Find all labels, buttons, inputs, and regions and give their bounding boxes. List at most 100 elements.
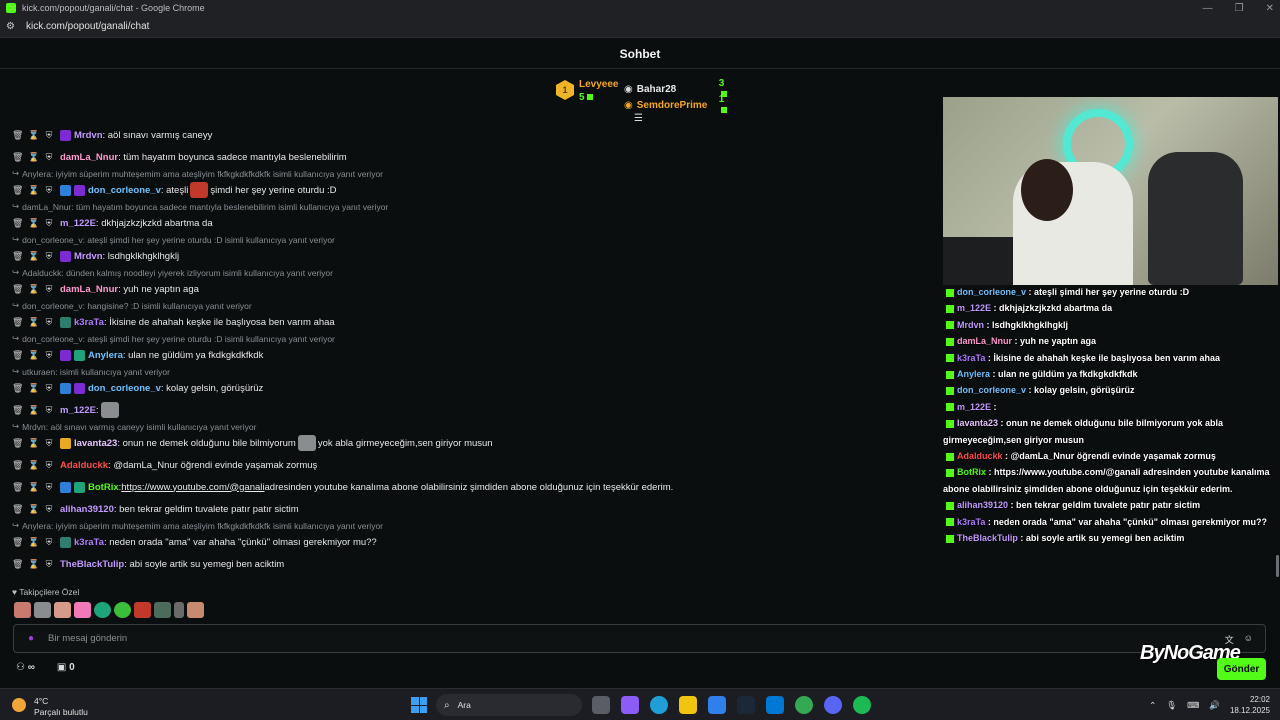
ban-icon[interactable]: ⛨	[44, 350, 54, 361]
ban-icon[interactable]: ⛨	[44, 152, 54, 163]
username[interactable]: m_122E	[60, 405, 96, 416]
timeout-icon[interactable]: ⌛	[28, 438, 39, 449]
emote-icon[interactable]	[34, 602, 51, 618]
leaderboard-first-name[interactable]: Levyeee	[579, 79, 618, 90]
chat-input[interactable]: ● Bir mesaj gönderin 文 ☺	[13, 624, 1266, 653]
delete-icon[interactable]: 🗑	[12, 185, 23, 196]
username[interactable]: alihan39120	[60, 504, 114, 515]
copilot-icon[interactable]	[621, 696, 639, 714]
username[interactable]: BotRix	[88, 482, 119, 493]
url-text[interactable]: kick.com/popout/ganali/chat	[26, 21, 149, 32]
timeout-icon[interactable]: ⌛	[28, 185, 39, 196]
delete-icon[interactable]: 🗑	[12, 482, 23, 493]
delete-icon[interactable]: 🗑	[12, 350, 23, 361]
ban-icon[interactable]: ⛨	[44, 218, 54, 229]
delete-icon[interactable]: 🗑	[12, 152, 23, 163]
restore-icon[interactable]: ❐	[1235, 3, 1244, 14]
microphone-icon[interactable]: ●	[28, 633, 38, 645]
chrome-icon[interactable]	[795, 696, 813, 714]
clock[interactable]: 22:02 18.12.2025	[1230, 694, 1270, 716]
ban-icon[interactable]: ⛨	[44, 504, 54, 515]
reply-context[interactable]: ↪ don_corleone_v: hangisine? :D isimli ku…	[12, 300, 932, 311]
timeout-icon[interactable]: ⌛	[28, 350, 39, 361]
delete-icon[interactable]: 🗑	[12, 460, 23, 471]
heart-emote-icon[interactable]	[74, 602, 91, 618]
reply-context[interactable]: ↪ don_corleone_v: ateşli şimdi her şey ye…	[12, 333, 932, 344]
ban-icon[interactable]: ⛨	[44, 438, 54, 449]
ban-icon[interactable]: ⛨	[44, 482, 54, 493]
reply-context[interactable]: ↪ Anylera: iyiyim süperim muhteşemim ama …	[12, 520, 932, 531]
delete-icon[interactable]: 🗑	[12, 383, 23, 394]
address-bar[interactable]: ⚙ kick.com/popout/ganali/chat	[0, 16, 1280, 38]
delete-icon[interactable]: 🗑	[12, 405, 23, 416]
timeout-icon[interactable]: ⌛	[28, 251, 39, 262]
timeout-icon[interactable]: ⌛	[28, 383, 39, 394]
chevron-up-icon[interactable]: ⌃	[1149, 700, 1156, 711]
ban-icon[interactable]: ⛨	[44, 383, 54, 394]
delete-icon[interactable]: 🗑	[12, 317, 23, 328]
username[interactable]: TheBlackTulip	[60, 559, 124, 570]
infinity-icon[interactable]: ⚇ ∞	[16, 662, 35, 673]
username[interactable]: Adalduckk	[60, 460, 108, 471]
reply-context[interactable]: ↪ utkuraen: isimli kullanıcıya yanıt veri…	[12, 366, 932, 377]
emote-icon[interactable]	[134, 602, 151, 618]
timeout-icon[interactable]: ⌛	[28, 504, 39, 515]
store-icon[interactable]	[708, 696, 726, 714]
reply-context[interactable]: ↪ Anylera: iyiyim süperim muhteşemim ama …	[12, 168, 932, 179]
username[interactable]: don_corleone_v	[88, 185, 161, 196]
username[interactable]: lavanta23	[74, 438, 117, 449]
delete-icon[interactable]: 🗑	[12, 559, 23, 570]
scrollbar[interactable]	[1276, 555, 1279, 577]
ban-icon[interactable]: ⛨	[44, 185, 54, 196]
start-button[interactable]	[411, 697, 427, 713]
delete-icon[interactable]: 🗑	[12, 537, 23, 548]
emote-icon[interactable]	[174, 602, 184, 618]
timeout-icon[interactable]: ⌛	[28, 284, 39, 295]
timeout-icon[interactable]: ⌛	[28, 317, 39, 328]
ban-icon[interactable]: ⛨	[44, 251, 54, 262]
discord-icon[interactable]	[824, 696, 842, 714]
expand-leaderboard-icon[interactable]: ☰	[634, 113, 643, 124]
username[interactable]: Mrdvn	[74, 130, 103, 141]
username[interactable]: Anylera	[88, 350, 123, 361]
username[interactable]: k3raTa	[74, 317, 104, 328]
volume-icon[interactable]: 🔊	[1209, 700, 1220, 711]
message-link[interactable]: https://www.youtube.com/@ganali	[121, 482, 264, 493]
timeout-icon[interactable]: ⌛	[28, 130, 39, 141]
emote-icon[interactable]	[154, 602, 171, 618]
ban-icon[interactable]: ⛨	[44, 405, 54, 416]
timeout-icon[interactable]: ⌛	[28, 152, 39, 163]
delete-icon[interactable]: 🗑	[12, 130, 23, 141]
emote-icon[interactable]	[54, 602, 71, 618]
edge-icon[interactable]	[650, 696, 668, 714]
username[interactable]: damLa_Nnur	[60, 284, 118, 295]
send-button[interactable]: Gönder	[1217, 658, 1266, 680]
emoji-icon[interactable]: ☺	[1244, 633, 1253, 646]
mic-tray-icon[interactable]: 🎙	[1166, 700, 1177, 711]
ban-icon[interactable]: ⛨	[44, 284, 54, 295]
file-explorer-icon[interactable]	[679, 696, 697, 714]
ban-icon[interactable]: ⛨	[44, 537, 54, 548]
timeout-icon[interactable]: ⌛	[28, 537, 39, 548]
username[interactable]: Mrdvn	[74, 251, 103, 262]
chat-input-placeholder[interactable]: Bir mesaj gönderin	[48, 633, 127, 644]
steam-icon[interactable]	[737, 696, 755, 714]
timeout-icon[interactable]: ⌛	[28, 405, 39, 416]
username[interactable]: don_corleone_v	[88, 383, 161, 394]
ban-icon[interactable]: ⛨	[44, 460, 54, 471]
network-icon[interactable]: ⌨	[1187, 700, 1199, 711]
timeout-icon[interactable]: ⌛	[28, 218, 39, 229]
ban-icon[interactable]: ⛨	[44, 317, 54, 328]
close-icon[interactable]: ✕	[1266, 3, 1274, 14]
delete-icon[interactable]: 🗑	[12, 218, 23, 229]
reply-context[interactable]: ↪ Adalduckk: dünden kalmış noodleyi yiyer…	[12, 267, 932, 278]
ban-icon[interactable]: ⛨	[44, 559, 54, 570]
timeout-icon[interactable]: ⌛	[28, 482, 39, 493]
timeout-icon[interactable]: ⌛	[28, 559, 39, 570]
reply-context[interactable]: ↪ don_corleone_v: ateşli şimdi her şey ye…	[12, 234, 932, 245]
username[interactable]: k3raTa	[74, 537, 104, 548]
timeout-icon[interactable]: ⌛	[28, 460, 39, 471]
emote-icon[interactable]	[114, 602, 131, 618]
delete-icon[interactable]: 🗑	[12, 504, 23, 515]
username[interactable]: m_122E	[60, 218, 96, 229]
